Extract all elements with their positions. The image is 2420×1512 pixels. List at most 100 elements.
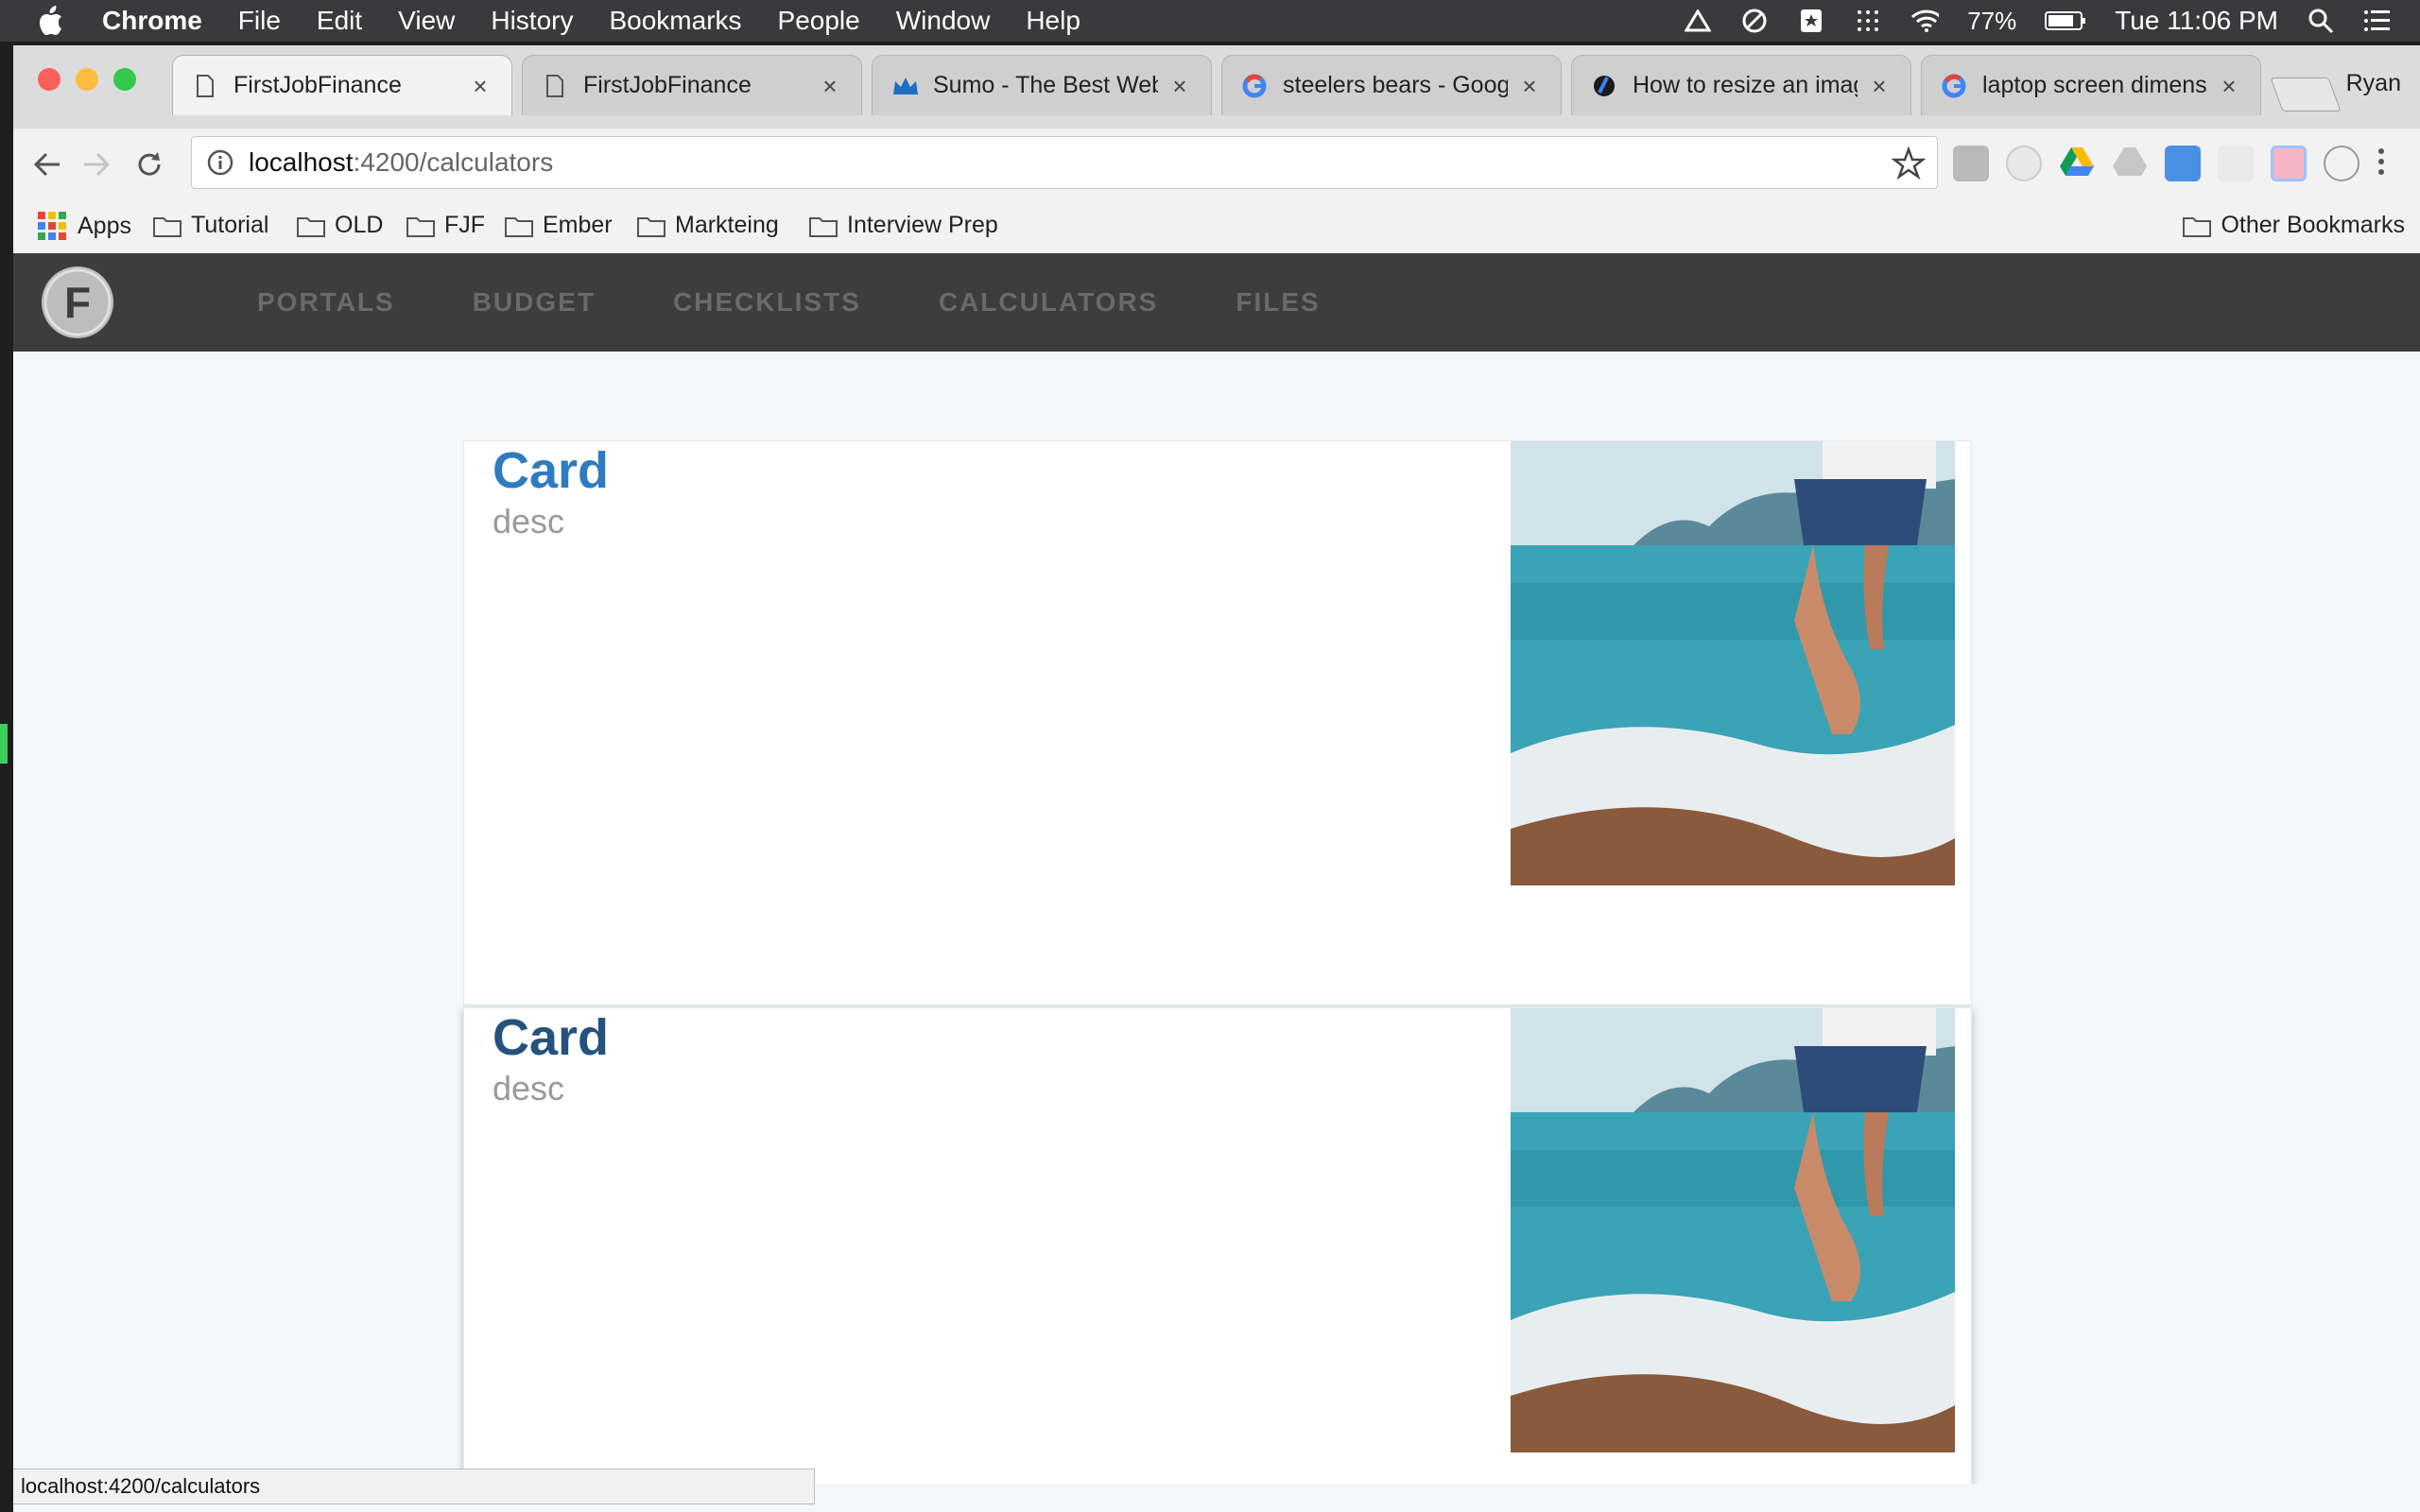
nav-link-checklists[interactable]: CHECKLISTS [673,287,861,318]
tab-title: Sumo - The Best Webs [933,72,1158,98]
folder-icon [297,216,325,237]
apple-icon[interactable] [36,5,74,37]
tab-firstjobfinance-active[interactable]: FirstJobFinance × [172,55,512,115]
bookmark-label: OLD [335,212,384,238]
nav-link-budget[interactable]: BUDGET [473,287,596,318]
maximize-window-button[interactable] [113,68,136,91]
nav-link-calculators[interactable]: CALCULATORS [939,287,1159,318]
forward-arrow-icon[interactable] [78,146,115,183]
tab-title: laptop screen dimensio [1982,72,2207,98]
extension-blue-icon[interactable] [2165,146,2201,181]
menu-history[interactable]: History [491,6,573,36]
menu-bookmarks[interactable]: Bookmarks [609,6,741,36]
close-tab-icon[interactable]: × [1167,74,1192,98]
extension-icons [1953,146,2395,181]
logo-letter: F [64,278,91,327]
grid-dots-icon[interactable] [1854,7,1882,35]
bookmark-folder-markteing[interactable]: Markteing [637,212,779,239]
url-host: localhost [249,147,354,177]
battery-icon[interactable] [2045,7,2086,35]
google-icon [1941,73,1967,99]
app-navbar: F PORTALS BUDGET CHECKLISTS CALCULATORS … [13,253,2420,352]
crown-icon [891,73,918,99]
bookmark-folder-other[interactable]: Other Bookmarks [2183,212,2405,239]
profile-name[interactable]: Ryan [2346,70,2401,97]
nav-link-files[interactable]: FILES [1236,287,1320,318]
tab-sumo[interactable]: Sumo - The Best Webs × [872,55,1212,115]
minimize-window-button[interactable] [76,68,98,91]
reload-icon[interactable] [130,146,168,183]
page-icon [192,73,218,99]
folder-icon [406,216,435,237]
calculator-card[interactable]: Card desc [463,440,1972,1005]
extension-gear-icon[interactable] [1953,146,1989,181]
folder-icon [505,216,533,237]
close-tab-icon[interactable]: × [1867,74,1892,98]
calculator-card[interactable]: Card desc [463,1007,1972,1484]
menu-people[interactable]: People [778,6,860,36]
close-window-button[interactable] [38,68,60,91]
extension-circle-icon[interactable] [2006,146,2042,181]
bookmark-folder-old[interactable]: OLD [297,212,383,239]
google-drive-icon[interactable] [2059,146,2095,181]
bookmark-label: Tutorial [191,212,269,238]
address-bar[interactable]: localhost:4200/calculators [191,136,1938,189]
bookmark-label: Markteing [675,212,779,238]
drive-sync-icon[interactable] [1684,7,1712,35]
menu-app-chrome[interactable]: Chrome [102,6,202,36]
extension-pink-icon[interactable] [2271,146,2307,181]
bookmark-label: Ember [543,212,613,238]
new-tab-button[interactable] [2270,77,2342,112]
notification-center-icon[interactable] [2363,7,2392,35]
menubar-clock[interactable]: Tue 11:06 PM [2115,6,2278,36]
bookmark-folder-fjf[interactable]: FJF [406,212,485,239]
close-tab-icon[interactable]: × [2217,74,2241,98]
card-title: Card [493,1009,610,1066]
menu-view[interactable]: View [398,6,455,36]
bookmark-folder-tutorial[interactable]: Tutorial [153,212,268,239]
bookmarks-bar: Apps Tutorial OLD FJF Ember Markteing In… [13,200,2420,254]
browser-toolbar: localhost:4200/calculators [13,129,2420,200]
bookmark-folder-ember[interactable]: Ember [505,212,613,239]
app-nav-links: PORTALS BUDGET CHECKLISTS CALCULATORS FI… [257,253,1398,352]
menu-edit[interactable]: Edit [317,6,362,36]
close-tab-icon[interactable]: × [1517,74,1542,98]
card-title: Card [493,442,610,499]
drive-gray-icon[interactable] [2112,146,2148,181]
bookmark-label: Interview Prep [847,212,998,238]
tab-title: steelers bears - Google [1283,72,1508,98]
card-beach-image [1511,1008,1955,1452]
tab-google-search-laptop[interactable]: laptop screen dimensio × [1921,55,2261,115]
back-arrow-icon[interactable] [28,146,66,183]
battery-percent: 77% [1967,6,2017,35]
wifi-icon[interactable] [1910,7,1940,35]
tab-strip: FirstJobFinance × FirstJobFinance × Sumo… [13,45,2420,132]
do-not-disturb-icon[interactable] [1740,7,1769,35]
folder-icon [2183,216,2212,237]
browser-window: FirstJobFinance × FirstJobFinance × Sumo… [13,45,2420,1512]
menu-help[interactable]: Help [1026,6,1080,36]
tabs: FirstJobFinance × FirstJobFinance × Sumo… [172,55,2342,115]
tab-resize-image[interactable]: How to resize an image × [1571,55,1911,115]
bookmark-label: Other Bookmarks [2221,212,2405,238]
google-icon [1241,73,1268,99]
tab-google-search-steelers[interactable]: steelers bears - Google × [1221,55,1562,115]
menu-window[interactable]: Window [896,6,991,36]
extension-brackets-icon[interactable] [2324,146,2360,181]
app-logo[interactable]: F [42,266,113,338]
extension-palm-icon[interactable] [2218,146,2254,181]
tab-firstjobfinance[interactable]: FirstJobFinance × [522,55,862,115]
menu-file[interactable]: File [238,6,281,36]
bookmark-apps[interactable]: Apps [38,212,131,240]
close-tab-icon[interactable]: × [468,74,493,98]
site-info-icon[interactable] [205,147,235,178]
spotlight-search-icon[interactable] [2307,7,2335,35]
bookmark-folder-interview-prep[interactable]: Interview Prep [809,212,998,239]
apps-grid-icon [38,212,66,240]
bookmark-label: Apps [78,212,131,239]
nav-link-portals[interactable]: PORTALS [257,287,395,318]
chrome-menu-icon[interactable] [2377,146,2395,181]
close-tab-icon[interactable]: × [818,74,842,98]
bookmark-tray-icon[interactable] [1797,7,1825,35]
bookmark-star-icon[interactable] [1891,146,1927,180]
